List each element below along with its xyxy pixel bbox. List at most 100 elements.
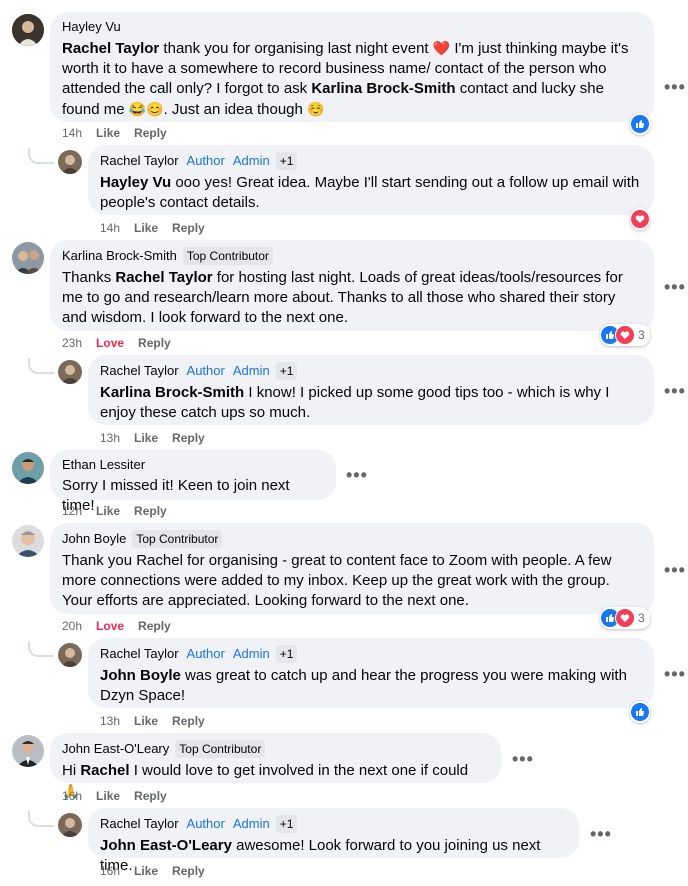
badge-count[interactable]: +1	[275, 362, 298, 380]
timestamp[interactable]: 12h	[62, 504, 82, 518]
mention[interactable]: Rachel Taylor	[115, 269, 212, 286]
love-reaction-icon	[615, 608, 635, 628]
author-label: Author	[186, 646, 225, 661]
like-button[interactable]: Like	[134, 864, 158, 878]
reactions-summary[interactable]	[630, 113, 650, 135]
more-options-icon[interactable]: •••	[664, 382, 686, 400]
reply-button[interactable]: Reply	[172, 864, 205, 878]
love-reaction-icon	[631, 210, 649, 228]
timestamp[interactable]: 16h	[62, 789, 82, 803]
comment-actions: 16h Like Reply	[100, 864, 219, 878]
reaction-count: 3	[638, 611, 645, 625]
reply-button[interactable]: Reply	[134, 789, 167, 803]
reply-button[interactable]: Reply	[138, 336, 171, 350]
top-contributor-badge[interactable]: Top Contributor	[182, 247, 273, 265]
badge-count[interactable]: +1	[275, 152, 298, 170]
admin-label: Admin	[232, 646, 270, 661]
love-button[interactable]: Love	[96, 336, 124, 350]
avatar[interactable]	[12, 525, 44, 557]
laugh-emoji: 😂😊	[128, 101, 164, 117]
reply-button[interactable]: Reply	[172, 221, 205, 235]
commenter-name[interactable]: Rachel Taylor	[100, 816, 179, 831]
mention[interactable]: John Boyle	[100, 667, 181, 684]
timestamp[interactable]: 13h	[100, 431, 120, 445]
comment-text: Karlina Brock-Smith I know! I picked up …	[100, 384, 610, 421]
timestamp[interactable]: 13h	[100, 714, 120, 728]
thread-line	[28, 148, 54, 164]
more-options-icon[interactable]: •••	[664, 78, 686, 96]
comment-text: John Boyle was great to catch up and hea…	[100, 667, 627, 704]
love-button[interactable]: Love	[96, 619, 124, 633]
like-button[interactable]: Like	[96, 504, 120, 518]
more-options-icon[interactable]: •••	[664, 665, 686, 683]
avatar[interactable]	[58, 643, 82, 667]
like-button[interactable]: Like	[96, 789, 120, 803]
thread-line	[28, 358, 54, 374]
avatar[interactable]	[58, 813, 82, 837]
timestamp[interactable]: 14h	[62, 126, 82, 140]
mention[interactable]: Karlina Brock-Smith	[311, 80, 455, 97]
reply-button[interactable]: Reply	[138, 619, 171, 633]
admin-label: Admin	[232, 153, 270, 168]
commenter-name[interactable]: Hayley Vu	[62, 19, 121, 34]
timestamp[interactable]: 14h	[100, 221, 120, 235]
commenter-name[interactable]: Ethan Lessiter	[62, 457, 145, 472]
more-options-icon[interactable]: •••	[512, 750, 534, 768]
admin-label: Admin	[232, 363, 270, 378]
comment-bubble: Ethan Lessiter Sorry I missed it! Keen t…	[50, 450, 336, 514]
comment-actions: 20h Love Reply	[62, 619, 185, 633]
timestamp[interactable]: 23h	[62, 336, 82, 350]
comment-actions: 23h Love Reply	[62, 336, 185, 350]
like-button[interactable]: Like	[96, 126, 120, 140]
reactions-summary[interactable]: 3	[600, 324, 650, 346]
author-label: Author	[186, 363, 225, 378]
timestamp[interactable]: 16h	[100, 864, 120, 878]
top-contributor-badge[interactable]: Top Contributor	[175, 740, 266, 758]
mention[interactable]: Karlina Brock-Smith	[100, 384, 244, 401]
reactions-summary[interactable]	[630, 701, 650, 723]
comment-actions: 14h Like Reply	[62, 126, 181, 140]
comment-bubble: Karlina Brock-Smith Top Contributor Thank…	[50, 240, 654, 331]
commenter-name[interactable]: Rachel Taylor	[100, 153, 179, 168]
comment-text: Rachel Taylor thank you for organising l…	[62, 40, 629, 118]
commenter-name[interactable]: Rachel Taylor	[100, 363, 179, 378]
reply-bubble: Rachel Taylor Author Admin +1 Hayley Vu ooo…	[88, 145, 654, 215]
badge-count[interactable]: +1	[275, 645, 298, 663]
reply-button[interactable]: Reply	[172, 431, 205, 445]
reply-button[interactable]: Reply	[172, 714, 205, 728]
comment-actions: 12h Like Reply	[62, 504, 181, 518]
avatar[interactable]	[12, 735, 44, 767]
badge-count[interactable]: +1	[275, 815, 298, 833]
mention[interactable]: Rachel Taylor	[62, 40, 159, 57]
comment-text: Thank you Rachel for organising - great …	[62, 552, 612, 609]
more-options-icon[interactable]: •••	[346, 466, 368, 484]
avatar[interactable]	[12, 242, 44, 274]
reactions-summary[interactable]: 3	[600, 607, 650, 629]
like-button[interactable]: Like	[134, 431, 158, 445]
avatar[interactable]	[12, 14, 44, 46]
more-options-icon[interactable]: •••	[664, 561, 686, 579]
top-contributor-badge[interactable]: Top Contributor	[132, 530, 223, 548]
like-reaction-icon	[631, 703, 649, 721]
love-reaction-icon	[615, 325, 635, 345]
mention[interactable]: Hayley Vu	[100, 174, 171, 191]
mention[interactable]: John East-O'Leary	[100, 837, 232, 854]
commenter-name[interactable]: John East-O'Leary	[62, 741, 169, 756]
avatar[interactable]	[58, 360, 82, 384]
commenter-name[interactable]: John Boyle	[62, 531, 126, 546]
comment-actions: 13h Like Reply	[100, 431, 219, 445]
avatar[interactable]	[12, 452, 44, 484]
more-options-icon[interactable]: •••	[590, 825, 612, 843]
mention[interactable]: Rachel	[80, 762, 129, 779]
avatar[interactable]	[58, 150, 82, 174]
commenter-name[interactable]: Karlina Brock-Smith	[62, 248, 177, 263]
like-button[interactable]: Like	[134, 714, 158, 728]
timestamp[interactable]: 20h	[62, 619, 82, 633]
commenter-name[interactable]: Rachel Taylor	[100, 646, 179, 661]
more-options-icon[interactable]: •••	[664, 278, 686, 296]
reply-button[interactable]: Reply	[134, 126, 167, 140]
reply-button[interactable]: Reply	[134, 504, 167, 518]
like-button[interactable]: Like	[134, 221, 158, 235]
reactions-summary[interactable]	[630, 208, 650, 230]
smile-emoji: ☺️	[307, 101, 325, 117]
